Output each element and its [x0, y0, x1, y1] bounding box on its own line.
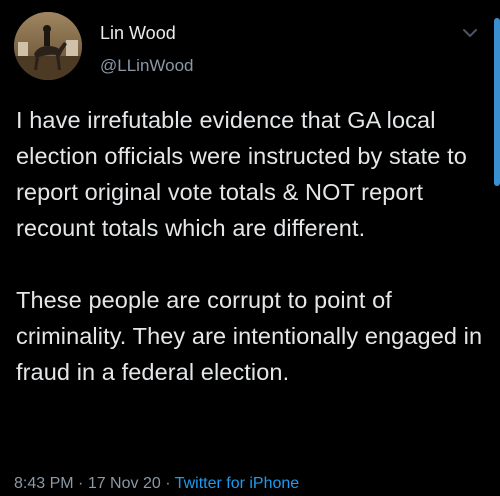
tweet-text: I have irrefutable evidence that GA loca…: [16, 102, 490, 390]
avatar-horse-rider-icon: [14, 12, 82, 80]
tweet-time[interactable]: 8:43 PM: [14, 475, 74, 492]
display-name[interactable]: Lin Wood: [100, 22, 194, 44]
avatar[interactable]: [14, 12, 82, 80]
tweet-paragraph-1: I have irrefutable evidence that GA loca…: [16, 107, 467, 241]
author-block[interactable]: Lin Wood @LLinWood: [100, 22, 194, 77]
tweet-meta: 8:43 PM · 17 Nov 20 · Twitter for iPhone: [14, 474, 299, 494]
meta-separator: ·: [73, 475, 88, 492]
tweet-card: Lin Wood @LLinWood I have irrefutable ev…: [0, 0, 500, 496]
scrollbar[interactable]: [494, 18, 500, 186]
chevron-down-icon[interactable]: [462, 26, 478, 38]
tweet-source[interactable]: Twitter for iPhone: [175, 475, 300, 492]
tweet-paragraph-2: These people are corrupt to point of cri…: [16, 287, 483, 385]
handle[interactable]: @LLinWood: [100, 55, 194, 77]
meta-separator-2: ·: [160, 475, 175, 492]
tweet-date[interactable]: 17 Nov 20: [88, 475, 161, 492]
